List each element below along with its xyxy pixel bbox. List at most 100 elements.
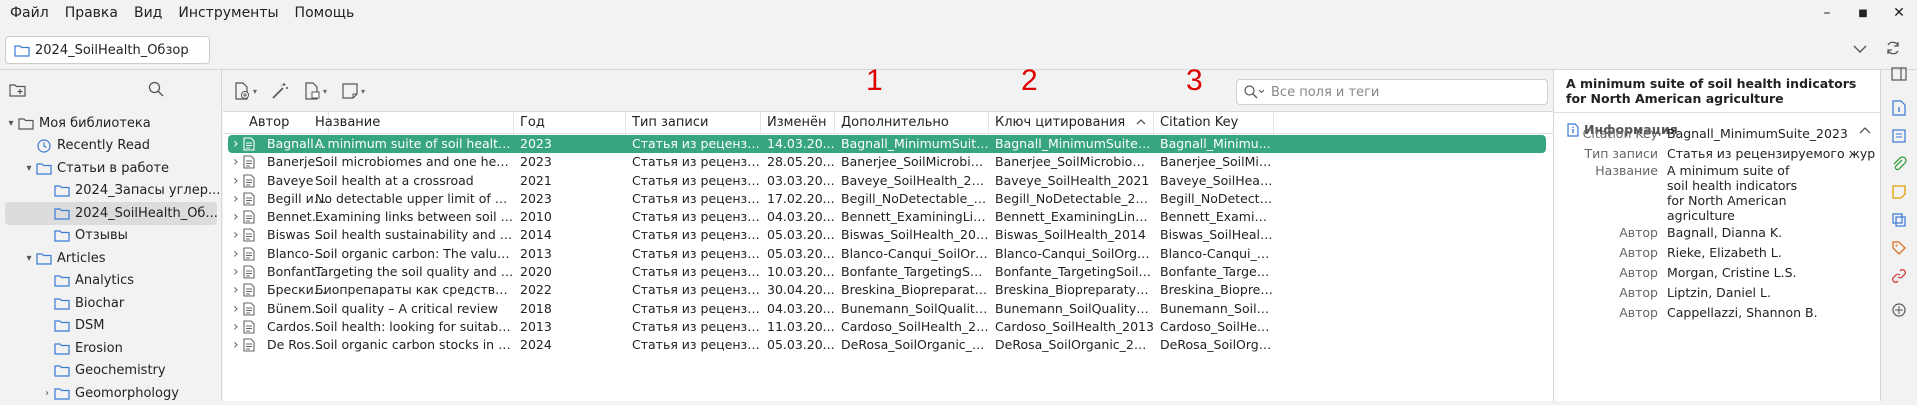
collection-item[interactable]: Geochemistry	[0, 360, 222, 383]
table-row[interactable]: ›Bünemann и ...Soil quality – A critical…	[223, 300, 1553, 318]
journal-article-icon	[243, 210, 255, 227]
journal-article-icon	[243, 247, 255, 264]
field-value[interactable]: Статья из рецензируемого жур	[1667, 146, 1877, 161]
side-navigation	[1880, 67, 1917, 401]
chevron-icon[interactable]: ▾	[22, 253, 36, 264]
collection-item[interactable]: Отзывы	[0, 225, 222, 248]
field-value[interactable]: A minimum suite of soil health indicator…	[1667, 163, 1807, 223]
menu-help[interactable]: Помощь	[289, 5, 361, 21]
chevron-down-icon[interactable]	[1853, 42, 1867, 58]
table-row[interactable]: ›Banerjee и va...Soil microbiomes and on…	[223, 153, 1553, 171]
attachments-nav-icon[interactable]	[1891, 156, 1907, 176]
table-cell: 05.03.20...	[767, 245, 835, 261]
chevron-icon[interactable]: ›	[40, 388, 54, 399]
toggle-pane-icon[interactable]	[1891, 67, 1907, 85]
chevron-right-icon[interactable]: ›	[233, 263, 239, 281]
table-row[interactable]: ›Брескина и др.Биопрепараты как средство…	[223, 281, 1553, 299]
chevron-right-icon[interactable]: ›	[233, 190, 239, 208]
locate-nav-icon[interactable]	[1891, 302, 1907, 322]
collection-item[interactable]: › Geomorphology	[0, 382, 222, 405]
menu-tools[interactable]: Инструменты	[172, 5, 284, 21]
collection-label: Моя библиотека	[39, 115, 151, 131]
menu-file[interactable]: Файл	[4, 5, 55, 21]
collection-item[interactable]: ▾ Articles	[0, 247, 222, 270]
collection-item[interactable]: 2024_SoilHealth_Об...	[5, 202, 217, 225]
table-cell: 2010	[520, 209, 552, 225]
related-nav-icon[interactable]	[1891, 268, 1907, 288]
table-row[interactable]: ›Biswas и др.Soil health sustainability …	[223, 226, 1553, 244]
table-cell: Статья из рецензируе...	[632, 227, 761, 243]
collection-item[interactable]: Erosion	[0, 337, 222, 360]
new-note-button[interactable]: ▾	[341, 80, 365, 102]
folder-icon	[14, 44, 30, 57]
notes-nav-icon[interactable]	[1891, 184, 1907, 204]
menu-edit[interactable]: Правка	[59, 5, 124, 21]
collection-item[interactable]: Biochar	[0, 292, 222, 315]
table-row[interactable]: ›Cardoso и др.Soil health: looking for s…	[223, 318, 1553, 336]
collection-item[interactable]: DSM	[0, 315, 222, 338]
table-cell: 2013	[520, 245, 552, 261]
table-row[interactable]: ›De Rosa и др.Soil organic carbon stocks…	[223, 336, 1553, 354]
maximize-button[interactable]: ■	[1845, 8, 1881, 19]
field-label: Автор	[1619, 265, 1658, 280]
column-header[interactable]: Изменён	[761, 112, 835, 134]
column-header[interactable]: Год	[514, 112, 626, 134]
field-value[interactable]: Bagnall_MinimumSuite_2023	[1667, 126, 1877, 141]
table-row[interactable]: › Baveye Soil health at a crossroad 2021 Ста…	[223, 172, 1553, 190]
tags-nav-icon[interactable]	[1891, 240, 1907, 260]
chevron-right-icon[interactable]: ›	[233, 300, 239, 318]
table-row[interactable]: ›Begill и др.No detectable upper limit o…	[223, 190, 1553, 208]
search-mode-icon[interactable]	[1243, 84, 1265, 104]
chevron-right-icon[interactable]: ›	[233, 281, 239, 299]
chevron-right-icon[interactable]: ›	[233, 226, 239, 244]
sync-icon[interactable]	[1885, 40, 1901, 60]
menu-view[interactable]: Вид	[128, 5, 168, 21]
new-collection-icon[interactable]	[9, 82, 27, 102]
field-value[interactable]: Rieke, Elizabeth L.	[1667, 245, 1877, 260]
folder-icon	[54, 319, 70, 332]
chevron-right-icon[interactable]: ›	[233, 172, 239, 190]
chevron-right-icon[interactable]: ›	[233, 318, 239, 336]
column-header[interactable]: Тип записи	[626, 112, 761, 134]
field-value[interactable]: Cappellazzi, Shannon B.	[1667, 305, 1877, 320]
collection-item[interactable]: 2024_Запасы углер...	[0, 180, 222, 203]
collection-item[interactable]: ▾ Моя библиотека	[0, 112, 222, 135]
column-header[interactable]: Дополнительно	[835, 112, 989, 134]
collection-label: Статьи в работе	[57, 160, 169, 176]
collections-pane: ▾ Моя библиотека Recently Read ▾ Статьи в ра…	[0, 70, 222, 401]
chevron-icon[interactable]: ▾	[22, 163, 36, 174]
add-by-identifier-button[interactable]	[271, 80, 289, 102]
search-input[interactable]: Все поля и теги	[1236, 79, 1548, 105]
collection-item[interactable]: ▾ Статьи в работе	[0, 157, 222, 180]
close-button[interactable]: ✕	[1881, 5, 1917, 21]
annotation-1: 1	[866, 64, 883, 97]
table-row[interactable]: ›Bonfante и др.Targeting the soil qualit…	[223, 263, 1553, 281]
chevron-right-icon[interactable]: ›	[233, 135, 239, 153]
library-tab[interactable]: 2024_SoilHealth_Обзор	[5, 36, 210, 64]
table-row[interactable]: ›Blanco-Canqui...Soil organic carbon: Th…	[223, 245, 1553, 263]
libraries-nav-icon[interactable]	[1891, 212, 1907, 232]
column-header[interactable]: Название	[309, 112, 514, 134]
column-header[interactable]: Citation Key	[1154, 112, 1274, 134]
info-nav-icon[interactable]	[1891, 100, 1907, 120]
chevron-right-icon[interactable]: ›	[233, 153, 239, 171]
new-attachment-button[interactable]: ▾	[303, 80, 327, 102]
field-value[interactable]: Liptzin, Daniel L.	[1667, 285, 1877, 300]
chevron-right-icon[interactable]: ›	[233, 336, 239, 354]
chevron-right-icon[interactable]: ›	[233, 245, 239, 263]
collection-item[interactable]: Recently Read	[0, 135, 222, 158]
chevron-icon[interactable]: ▾	[4, 118, 18, 129]
field-label: Автор	[1619, 305, 1658, 320]
table-row[interactable]: ›Bennett и др.Examining links between so…	[223, 208, 1553, 226]
abstract-nav-icon[interactable]	[1891, 128, 1907, 148]
table-row[interactable]: ›Bagnall и др.A minimum suite of soil he…	[228, 135, 1546, 154]
field-value[interactable]: Bagnall, Dianna K.	[1667, 225, 1877, 240]
chevron-right-icon[interactable]: ›	[233, 208, 239, 226]
collection-item[interactable]: Analytics	[0, 270, 222, 293]
search-icon[interactable]	[148, 81, 164, 101]
column-header[interactable]: Ключ цитирования	[989, 112, 1154, 134]
sort-ascending-icon[interactable]	[1136, 115, 1146, 128]
minimize-button[interactable]: –	[1809, 5, 1845, 21]
new-item-button[interactable]: ▾	[233, 80, 257, 102]
field-value[interactable]: Morgan, Cristine L.S.	[1667, 265, 1877, 280]
